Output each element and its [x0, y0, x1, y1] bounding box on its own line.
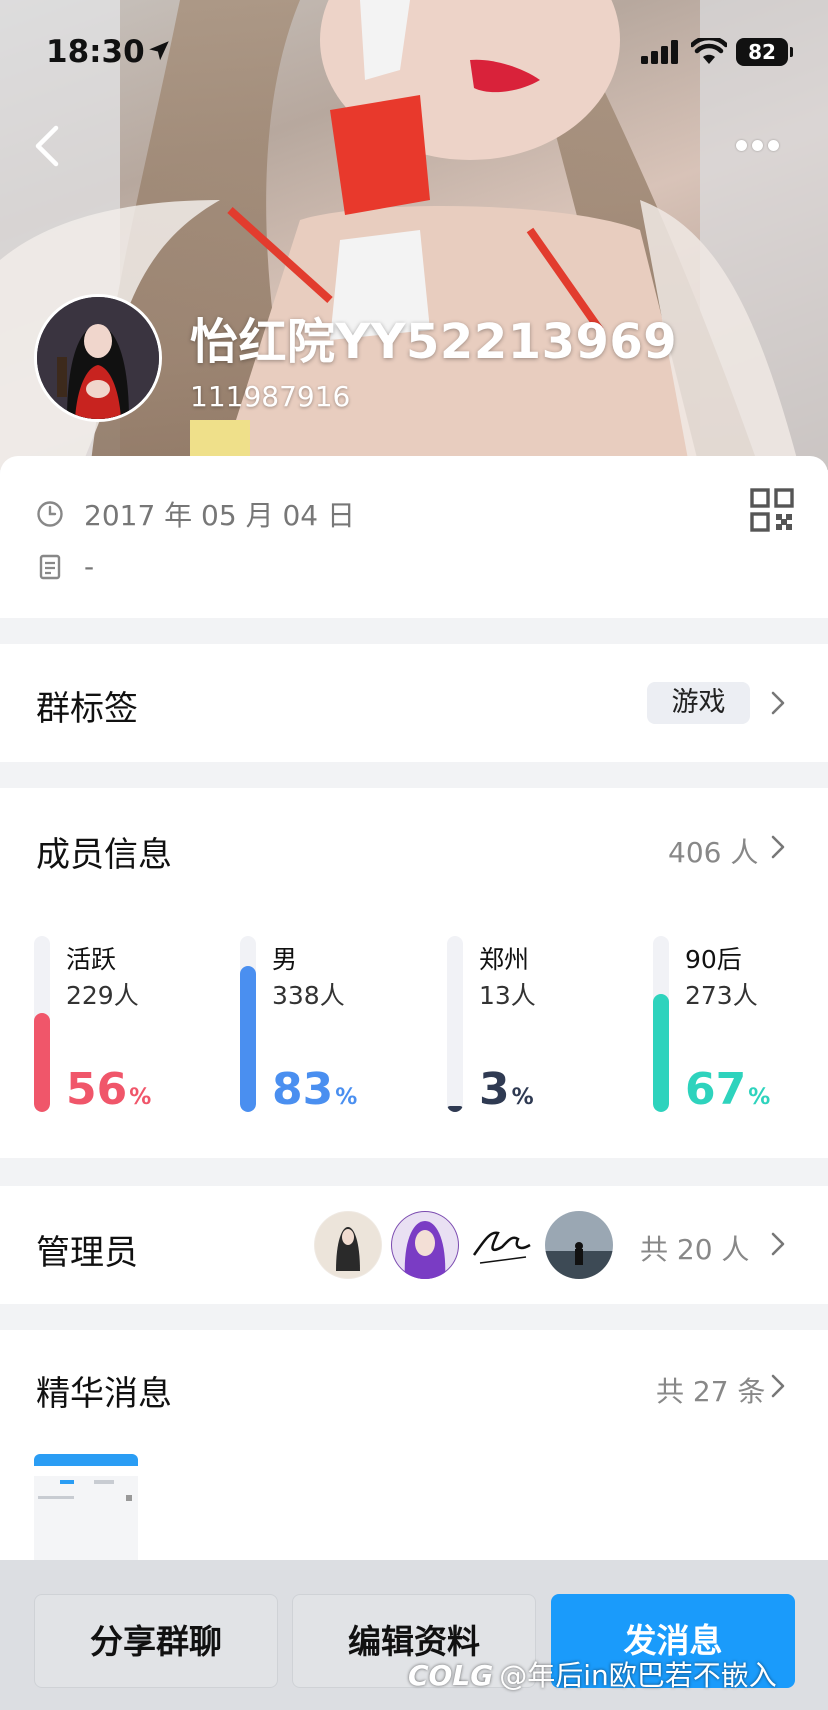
stat-bar-fill	[240, 966, 256, 1112]
battery-tip	[790, 47, 793, 57]
stat-bar-track	[240, 936, 256, 1112]
chevron-right-icon[interactable]	[770, 1373, 786, 1399]
essence-total: 共 27 条	[656, 1375, 766, 1408]
group-tag-pill[interactable]: 游戏	[647, 682, 750, 724]
back-arrow-icon[interactable]	[30, 122, 70, 170]
stat-bar-fill	[447, 1106, 463, 1112]
essence-message-thumbnail[interactable]	[34, 1454, 138, 1560]
more-options-icon[interactable]	[736, 136, 788, 156]
stat-bar-track	[653, 936, 669, 1112]
stat-percent: 3%	[479, 1064, 534, 1115]
stat-label: 活跃	[66, 945, 117, 974]
stat-bar-fill	[653, 994, 669, 1112]
stat-location: 郑州 13人 3%	[447, 936, 647, 1115]
watermark-logo: COLG	[408, 1659, 494, 1692]
status-bar: 18:30 82	[0, 0, 828, 100]
admins-title: 管理员	[36, 1233, 138, 1273]
stat-male: 男 338人 83%	[240, 936, 440, 1115]
admin-avatar[interactable]	[545, 1211, 613, 1279]
stat-bar-fill	[34, 1013, 50, 1112]
admins-total: 共 20 人	[640, 1233, 750, 1266]
admin-avatar[interactable]	[468, 1211, 536, 1279]
group-id[interactable]: 111987916	[190, 380, 350, 413]
admin-avatar[interactable]	[391, 1211, 459, 1279]
chevron-right-icon[interactable]	[770, 1231, 786, 1257]
essence-title: 精华消息	[36, 1374, 172, 1414]
stat-count: 13人	[479, 981, 536, 1010]
cover-photo: 18:30 82 怡红院YY52213969 111987916	[0, 0, 828, 470]
clock-icon	[37, 501, 63, 527]
stat-label: 90后	[685, 945, 742, 974]
created-date: 2017 年 05 月 04 日	[84, 499, 356, 532]
description-row[interactable]: -	[36, 550, 94, 583]
stat-percent: 83%	[272, 1064, 358, 1115]
chevron-right-icon[interactable]	[770, 690, 786, 716]
status-time: 18:30	[46, 34, 145, 70]
created-date-row: 2017 年 05 月 04 日	[36, 494, 355, 534]
cellular-signal-icon	[641, 40, 678, 64]
battery-indicator: 82	[736, 38, 788, 66]
group-name: 怡红院YY52213969	[190, 314, 678, 370]
share-group-button[interactable]: 分享群聊	[34, 1594, 278, 1688]
watermark: COLG @年后in欧巴若不嵌入	[408, 1654, 777, 1694]
stat-bar-track	[447, 936, 463, 1112]
member-info-title: 成员信息	[36, 835, 172, 875]
wifi-icon	[691, 38, 727, 64]
stat-percent: 67%	[685, 1064, 771, 1115]
group-info-card	[0, 456, 828, 618]
chevron-right-icon[interactable]	[770, 834, 786, 860]
watermark-text: @年后in欧巴若不嵌入	[499, 1659, 777, 1692]
stat-count: 273人	[685, 981, 758, 1010]
qr-code-icon[interactable]	[750, 488, 794, 532]
stat-active: 活跃 229人 56%	[34, 936, 234, 1115]
group-tag-title: 群标签	[36, 689, 138, 729]
member-total: 406 人	[668, 836, 759, 869]
group-description: -	[84, 550, 95, 583]
stat-bar-track	[34, 936, 50, 1112]
stat-label: 郑州	[479, 945, 530, 974]
location-arrow-icon	[149, 41, 169, 61]
stat-count: 338人	[272, 981, 345, 1010]
stat-percent: 56%	[66, 1064, 152, 1115]
admin-avatar[interactable]	[314, 1211, 382, 1279]
stat-count: 229人	[66, 981, 139, 1010]
stat-age: 90后 273人 67%	[653, 936, 828, 1115]
group-avatar[interactable]	[34, 294, 162, 422]
stat-label: 男	[272, 945, 298, 974]
document-icon	[39, 554, 61, 579]
